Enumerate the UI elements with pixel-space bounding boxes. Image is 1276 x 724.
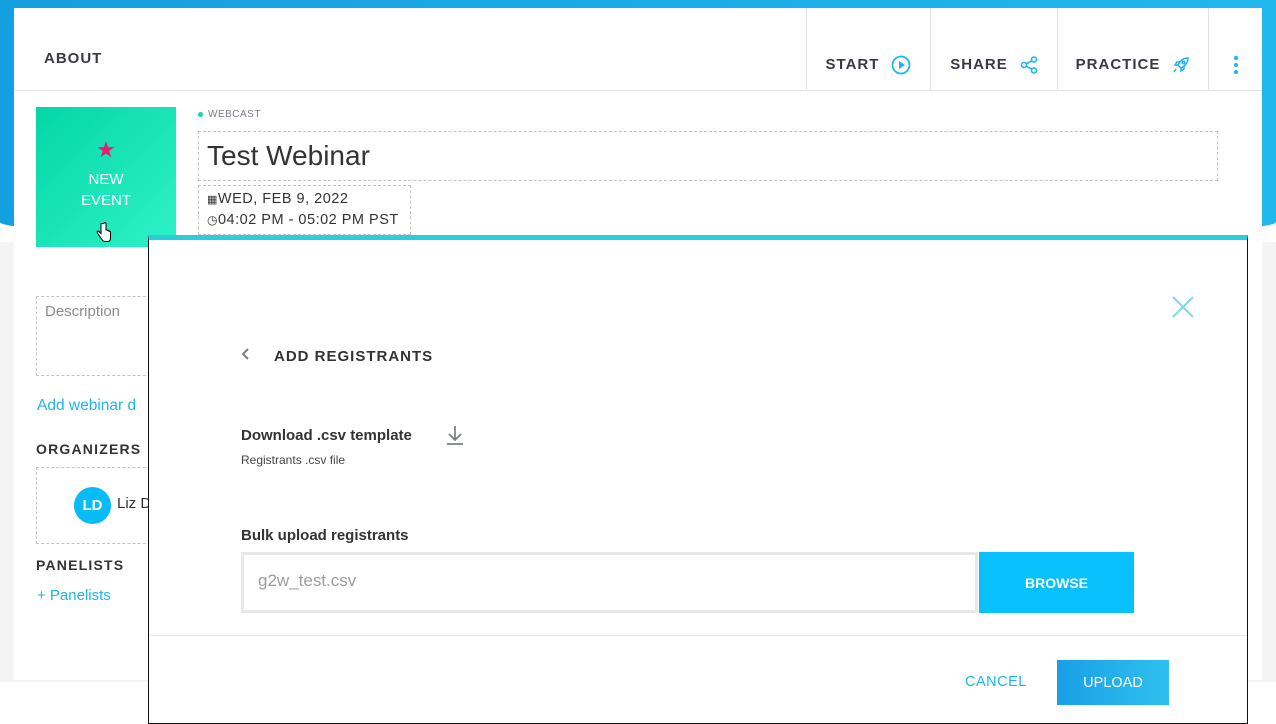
more-menu-button[interactable]: [1208, 8, 1262, 91]
practice-label: PRACTICE: [1075, 56, 1161, 73]
clock-icon: ◷: [207, 213, 218, 227]
rocket-icon: [1172, 47, 1190, 83]
organizers-heading: ORGANIZERS: [36, 441, 142, 457]
add-panelists-link[interactable]: + Panelists: [37, 587, 111, 604]
more-vertical-icon: [1233, 47, 1239, 83]
star-icon: ★: [96, 137, 116, 162]
start-button[interactable]: START: [806, 8, 930, 91]
tile-label-line1: NEW: [88, 171, 124, 188]
file-path-input[interactable]: g2w_test.csv: [241, 552, 978, 613]
description-field[interactable]: Description: [36, 296, 166, 376]
share-icon: [1020, 47, 1038, 83]
close-button[interactable]: [1171, 295, 1195, 324]
start-label: START: [825, 56, 880, 73]
tile-label-line2: EVENT: [80, 192, 131, 209]
upload-button[interactable]: UPLOAD: [1057, 660, 1169, 705]
play-icon: [891, 47, 911, 83]
back-button[interactable]: [241, 345, 251, 366]
add-webinar-link[interactable]: Add webinar d: [37, 397, 136, 415]
event-date: WED, FEB 9, 2022: [217, 191, 349, 207]
download-icon: [445, 426, 465, 450]
divider: [149, 635, 1247, 636]
event-type-label: WEBCAST: [208, 109, 261, 120]
add-registrants-dialog: ADD REGISTRANTS Download .csv template R…: [148, 235, 1248, 724]
header-bar: ABOUT START SHARE PRACTICE: [14, 8, 1262, 91]
event-type-badge: WEBCAST: [198, 109, 261, 120]
cancel-button[interactable]: CANCEL: [965, 674, 1027, 690]
chevron-left-icon: [241, 345, 251, 365]
close-icon: [1171, 296, 1195, 323]
download-template-subtitle: Registrants .csv file: [241, 453, 346, 467]
calendar-icon: ▦: [207, 194, 218, 206]
download-button[interactable]: [445, 424, 465, 451]
event-datetime-field[interactable]: ▦WED, FEB 9, 2022 ◷04:02 PM - 05:02 PM P…: [198, 185, 411, 235]
event-time: 04:02 PM - 05:02 PM PST: [217, 212, 399, 228]
event-title-field[interactable]: Test Webinar: [198, 131, 1218, 181]
download-template-label: Download .csv template: [241, 427, 412, 444]
bulk-upload-label: Bulk upload registrants: [241, 527, 409, 544]
share-label: SHARE: [950, 56, 1008, 73]
browse-button[interactable]: BROWSE: [979, 552, 1134, 613]
status-dot-icon: [198, 111, 203, 117]
organizers-box: LD Liz D: [36, 467, 166, 544]
organizer-name: Liz D: [117, 495, 152, 512]
share-button[interactable]: SHARE: [930, 8, 1057, 91]
panelists-heading: PANELISTS: [36, 557, 125, 573]
avatar: LD: [74, 487, 111, 524]
practice-button[interactable]: PRACTICE: [1057, 8, 1208, 91]
hand-cursor-icon: [96, 222, 112, 249]
dialog-title: ADD REGISTRANTS: [274, 348, 434, 365]
tab-about[interactable]: ABOUT: [44, 50, 102, 67]
